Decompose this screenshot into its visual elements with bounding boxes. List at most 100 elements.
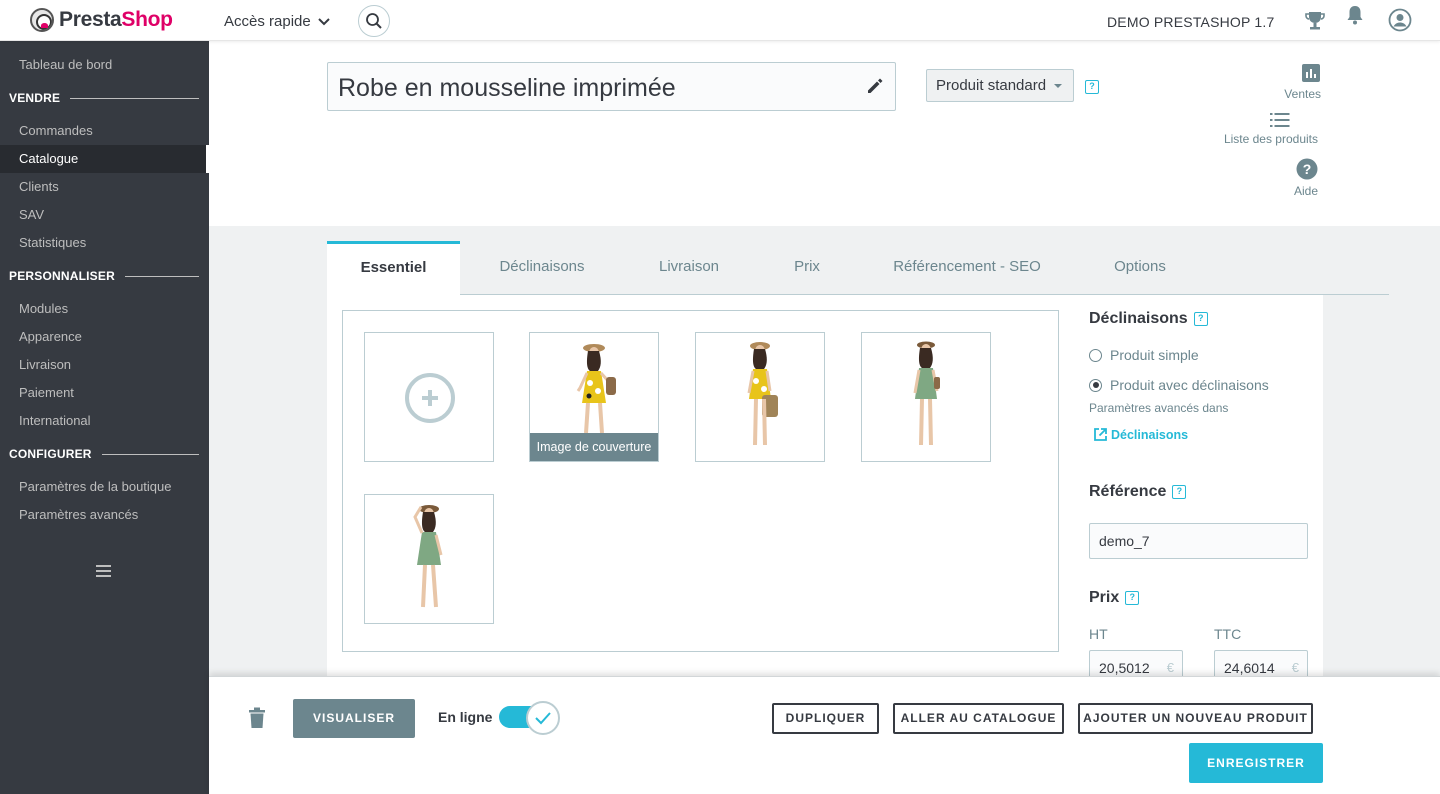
sidebar-item-catalog[interactable]: Catalogue [0, 145, 209, 173]
product-page-header: Robe en mousseline imprimée Produit stan… [209, 41, 1440, 226]
sidebar-item-appearance[interactable]: Apparence [0, 323, 209, 351]
price-heading: Prix ? [1089, 589, 1140, 607]
trash-icon[interactable] [248, 707, 266, 729]
sidebar-item-payment[interactable]: Paiement [0, 379, 209, 407]
online-label: En ligne [438, 709, 493, 725]
price-ht-value: 20,5012 [1099, 660, 1150, 676]
sidebar-item-customer-service[interactable]: SAV [0, 201, 209, 229]
product-list-action[interactable]: Liste des produits [1211, 112, 1318, 146]
add-new-product-button[interactable]: AJOUTER UN NOUVEAU PRODUIT [1078, 703, 1313, 734]
price-ttc-value: 24,6014 [1224, 660, 1275, 676]
external-link-icon [1094, 428, 1107, 441]
product-type-select[interactable]: Produit standard [926, 69, 1074, 102]
product-name-field[interactable]: Robe en mousseline imprimée [327, 62, 896, 111]
product-footer-toolbar: VISUALISER En ligne DUPLIQUER ALLER AU C… [209, 676, 1440, 794]
model-green-dress-image [913, 341, 940, 446]
reference-title: Référence [1089, 483, 1167, 500]
save-button[interactable]: ENREGISTRER [1189, 743, 1323, 783]
sidebar-section-configure: CONFIGURER [9, 447, 199, 461]
radio-combinations-label: Produit avec déclinaisons [1110, 377, 1269, 393]
product-list-label: Liste des produits [1223, 132, 1318, 146]
reference-input[interactable]: demo_7 [1089, 523, 1308, 559]
reference-heading: Référence ? [1089, 483, 1187, 501]
sidebar-item-international[interactable]: International [0, 407, 209, 435]
bar-chart-icon [1302, 64, 1320, 82]
quick-access-label: Accès rapide [224, 13, 311, 30]
duplicate-button[interactable]: DUPLIQUER [772, 703, 879, 734]
product-image-4[interactable] [364, 494, 494, 624]
sidebar-item-dashboard[interactable]: Tableau de bord [0, 51, 209, 79]
sidebar-item-advanced-parameters[interactable]: Paramètres avancés [0, 501, 209, 529]
search-button[interactable] [358, 5, 390, 37]
sidebar-item-shipping[interactable]: Livraison [0, 351, 209, 379]
sidebar-item-stats[interactable]: Statistiques [0, 229, 209, 257]
radio-simple-label: Produit simple [1110, 347, 1199, 363]
chevron-down-icon [318, 17, 330, 25]
quick-access-menu[interactable]: Accès rapide [224, 13, 331, 30]
product-tabs: Essentiel Déclinaisons Livraison Prix Ré… [327, 241, 1389, 295]
advanced-settings-note: Paramètres avancés dans [1089, 401, 1229, 415]
help-label: Aide [1293, 184, 1318, 198]
sidebar-section-customize: PERSONNALISER [9, 269, 199, 283]
sidebar-item-customers[interactable]: Clients [0, 173, 209, 201]
combinations-link-label: Déclinaisons [1111, 427, 1189, 442]
help-icon[interactable]: ? [1085, 80, 1099, 94]
help-icon[interactable]: ? [1193, 312, 1208, 326]
sidebar-nav: Tableau de bord VENDRE Commandes Catalog… [0, 41, 209, 794]
combinations-title: Déclinaisons [1089, 310, 1188, 327]
help-action[interactable]: ? Aide [1283, 158, 1318, 198]
collapse-menu-icon[interactable] [96, 565, 111, 577]
trophy-icon[interactable] [1303, 8, 1327, 32]
radio-button-checked[interactable] [1089, 378, 1102, 392]
product-image-2[interactable] [695, 332, 825, 462]
plus-circle-icon [405, 373, 455, 423]
radio-button[interactable] [1089, 348, 1102, 362]
essentials-panel: Image de couverture Déclinaisons ? Produ… [327, 295, 1323, 686]
tab-pricing[interactable]: Prix [783, 241, 831, 295]
check-icon [535, 712, 551, 725]
question-circle-icon: ? [1296, 158, 1318, 180]
model-green-dress-pose-image [413, 505, 443, 608]
sidebar-item-shop-parameters[interactable]: Paramètres de la boutique [0, 473, 209, 501]
bell-icon[interactable] [1343, 3, 1367, 27]
sales-action[interactable]: Ventes [1271, 63, 1321, 101]
price-ttc-label: TTC [1214, 626, 1242, 642]
product-name-value[interactable]: Robe en mousseline imprimée [338, 74, 676, 103]
account-icon[interactable] [1388, 8, 1412, 32]
tab-shipping[interactable]: Livraison [645, 241, 733, 295]
caret-down-icon [1054, 84, 1062, 88]
online-toggle[interactable] [499, 701, 562, 735]
pencil-icon [868, 78, 883, 93]
list-icon [1270, 113, 1290, 127]
tab-combinations[interactable]: Déclinaisons [483, 241, 601, 295]
shop-name-link[interactable]: DEMO PRESTASHOP 1.7 [1107, 14, 1274, 30]
logo-text: PrestaShop [59, 8, 173, 31]
help-icon[interactable]: ? [1125, 591, 1140, 605]
product-image-3[interactable] [861, 332, 991, 462]
add-image-button[interactable] [364, 332, 494, 462]
tab-essentials[interactable]: Essentiel [327, 241, 460, 295]
radio-product-with-combinations[interactable]: Produit avec déclinaisons [1089, 377, 1269, 393]
combinations-link[interactable]: Déclinaisons [1093, 427, 1188, 442]
sidebar-item-modules[interactable]: Modules [0, 295, 209, 323]
product-image-cover[interactable]: Image de couverture [529, 332, 659, 462]
prestashop-logo[interactable]: PrestaShop [30, 8, 173, 32]
tab-seo[interactable]: Référencement - SEO [887, 241, 1047, 295]
toggle-knob [526, 701, 560, 735]
combinations-heading: Déclinaisons ? [1089, 310, 1208, 328]
preview-button[interactable]: VISUALISER [293, 699, 415, 738]
help-icon[interactable]: ? [1172, 485, 1187, 499]
puffin-logo-icon [30, 8, 54, 32]
cover-image-label: Image de couverture [530, 433, 658, 461]
sidebar-section-sell: VENDRE [9, 91, 199, 105]
radio-simple-product[interactable]: Produit simple [1089, 347, 1199, 363]
sidebar-item-orders[interactable]: Commandes [0, 117, 209, 145]
model-yellow-dress-bag-image [747, 342, 778, 446]
price-title: Prix [1089, 589, 1120, 606]
svg-text:?: ? [1303, 161, 1312, 177]
sales-label: Ventes [1284, 87, 1321, 101]
go-to-catalog-button[interactable]: ALLER AU CATALOGUE [893, 703, 1064, 734]
tab-options[interactable]: Options [1103, 241, 1177, 295]
image-dropzone[interactable]: Image de couverture [342, 310, 1059, 652]
top-header: PrestaShop Accès rapide DEMO PRESTASHOP … [0, 0, 1440, 41]
